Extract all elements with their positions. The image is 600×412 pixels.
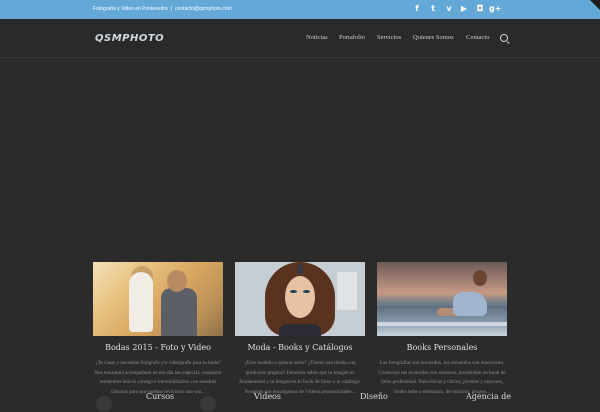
fashion-model-photo[interactable] (235, 262, 365, 336)
site-logo[interactable]: QSMPHOTO (95, 33, 164, 44)
tagline: Fotografía y Video en Pontevedra (93, 6, 168, 12)
youtube-icon[interactable]: ▶ (459, 4, 469, 14)
card-title[interactable]: Moda - Books y Catálogos (235, 343, 365, 352)
contact-info: Fotografía y Video en Pontevedra | contact… (93, 6, 232, 13)
wedding-couple-photo[interactable] (93, 262, 223, 336)
email-link[interactable]: contacto@qsmphoto.com (175, 6, 232, 12)
corner-toggle[interactable] (590, 0, 600, 10)
service-card-bodas: Bodas 2015 - Foto y Video ¿Te casas y ne… (93, 262, 223, 395)
search-icon[interactable] (500, 34, 508, 42)
nav-item-contacto[interactable]: Contacto (466, 34, 489, 41)
card-title[interactable]: Bodas 2015 - Foto y Video (93, 343, 223, 352)
vimeo-icon[interactable]: v (444, 4, 454, 14)
service-card-books: Books Personales Las fotografías son rec… (377, 262, 507, 395)
nav-item-servicios[interactable]: Servicios (377, 34, 401, 41)
top-bar: Fotografía y Video en Pontevedra | contact… (0, 0, 600, 19)
card-title[interactable]: Books Personales (377, 343, 507, 352)
nav-item-noticias[interactable]: Noticias (306, 34, 328, 41)
facebook-icon[interactable]: f (412, 4, 422, 14)
site-header: QSMPHOTO Noticias Portafolio Servicios Q… (0, 19, 600, 58)
bottom-service-links: Cursos Videos Diseño Agencia de (0, 392, 600, 402)
nav-item-portafolio[interactable]: Portafolio (339, 34, 365, 41)
beach-portrait-photo[interactable] (377, 262, 507, 336)
hero-slider (0, 58, 600, 262)
nav-item-quienes-somos[interactable]: Quienes Somos (413, 34, 454, 41)
service-card-moda: Moda - Books y Catálogos ¿Eres modelo o … (235, 262, 365, 395)
google-plus-icon[interactable]: g+ (489, 4, 501, 14)
separator: | (170, 6, 172, 12)
instagram-icon[interactable]: ◘ (475, 4, 485, 14)
twitter-icon[interactable]: t (428, 4, 438, 14)
